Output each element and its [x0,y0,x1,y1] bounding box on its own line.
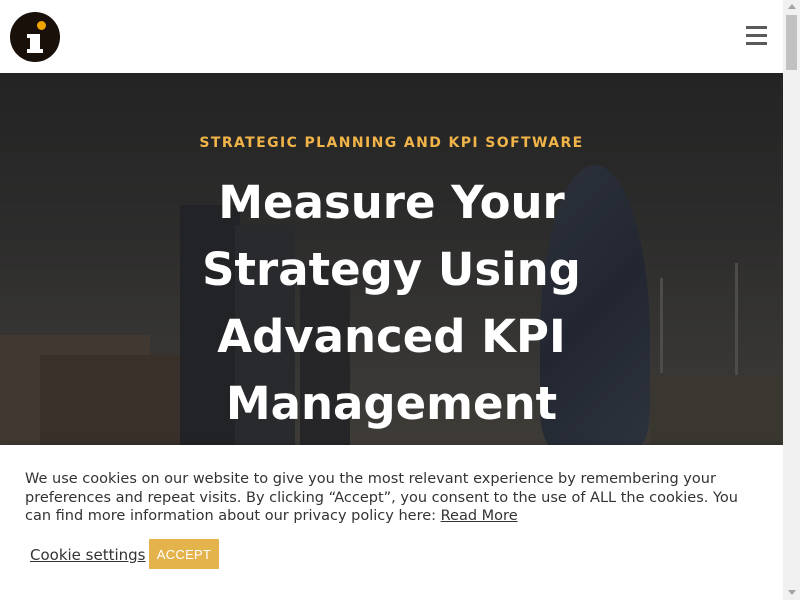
read-more-link[interactable]: Read More [441,508,518,524]
headline-line: Measure Your [218,176,565,229]
site-header [0,0,783,73]
cookie-settings-link[interactable]: Cookie settings [30,546,146,564]
cookie-message: We use cookies on our website to give yo… [25,470,765,526]
accept-button[interactable]: ACCEPT [149,539,219,569]
cookie-message-text: We use cookies on our website to give yo… [25,471,738,524]
hero-section: STRATEGIC PLANNING AND KPI SOFTWARE Meas… [0,73,783,445]
hero-headline: Measure Your Strategy Using Advanced KPI… [170,169,613,437]
site-logo[interactable] [10,12,60,62]
scroll-up-arrow-icon[interactable] [788,4,796,9]
headline-line: Management [225,377,558,430]
scrollbar-thumb[interactable] [786,15,797,70]
headline-line: Advanced KPI [217,310,566,363]
cookie-banner: We use cookies on our website to give yo… [0,445,783,600]
headline-line: Strategy Using [202,243,581,296]
scroll-down-arrow-icon[interactable] [788,590,796,595]
logo-dot-icon [37,21,46,30]
hamburger-menu-icon[interactable] [743,24,771,50]
scrollbar[interactable] [783,0,800,600]
hero-eyebrow: STRATEGIC PLANNING AND KPI SOFTWARE [199,135,584,151]
